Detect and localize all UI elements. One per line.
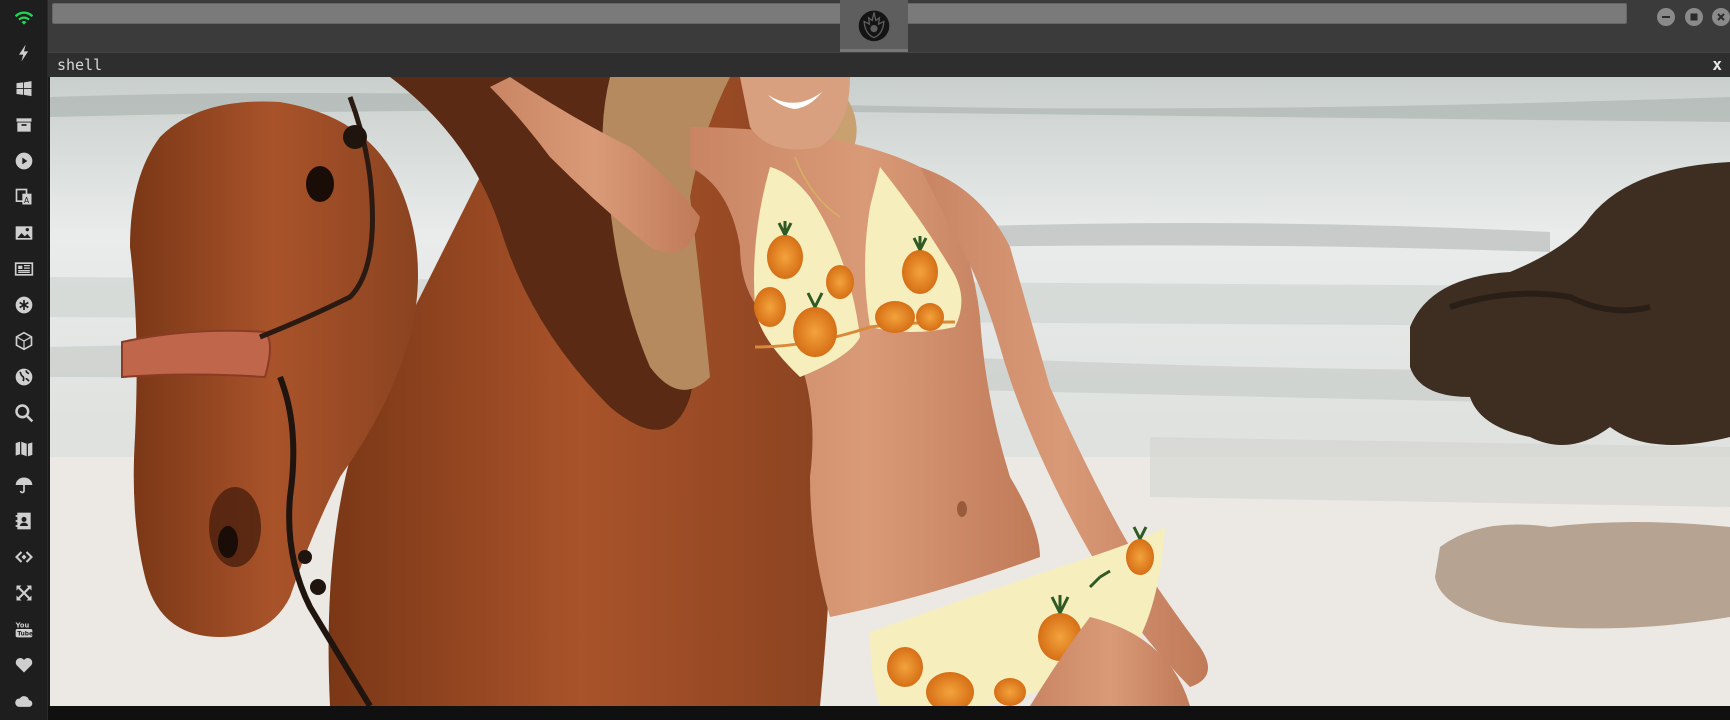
globe-icon[interactable] xyxy=(10,363,38,391)
window-title: shell xyxy=(57,56,103,74)
play-icon[interactable] xyxy=(10,147,38,175)
windows-icon[interactable] xyxy=(10,75,38,103)
maximize-button[interactable] xyxy=(1685,8,1703,26)
bottom-status-strip xyxy=(48,706,1730,720)
umbrella-icon[interactable] xyxy=(10,471,38,499)
wifi-icon[interactable] xyxy=(10,4,38,32)
svg-text:Tube: Tube xyxy=(17,632,33,638)
asterisk-circle-icon[interactable] xyxy=(10,291,38,319)
search-icon[interactable] xyxy=(10,399,38,427)
cloud-icon[interactable] xyxy=(10,687,38,715)
lightning-icon[interactable] xyxy=(10,39,38,67)
cube-icon[interactable] xyxy=(10,327,38,355)
translate-icon[interactable]: A xyxy=(10,183,38,211)
code-icon[interactable] xyxy=(10,543,38,571)
map-icon[interactable] xyxy=(10,435,38,463)
shell-window-header: shell x xyxy=(48,52,1730,77)
top-bar xyxy=(48,0,1730,52)
minimize-button[interactable] xyxy=(1657,8,1675,26)
youtube-icon[interactable]: You Tube xyxy=(10,615,38,643)
rebel-alliance-logo-icon[interactable] xyxy=(840,0,908,52)
window-close-button[interactable]: x xyxy=(1712,55,1722,74)
heart-icon[interactable] xyxy=(10,651,38,679)
contact-card-icon[interactable] xyxy=(10,507,38,535)
news-icon[interactable] xyxy=(10,255,38,283)
archive-icon[interactable] xyxy=(10,111,38,139)
expand-icon[interactable] xyxy=(10,579,38,607)
svg-text:You: You xyxy=(15,621,30,629)
close-window-button[interactable] xyxy=(1712,8,1730,26)
app-dock: A You Tube xyxy=(0,0,48,720)
beach-scene-image xyxy=(50,77,1730,706)
image-icon[interactable] xyxy=(10,219,38,247)
svg-text:A: A xyxy=(24,196,30,205)
video-frame[interactable] xyxy=(50,77,1730,706)
desktop: A You Tube shell x xyxy=(0,0,1730,720)
